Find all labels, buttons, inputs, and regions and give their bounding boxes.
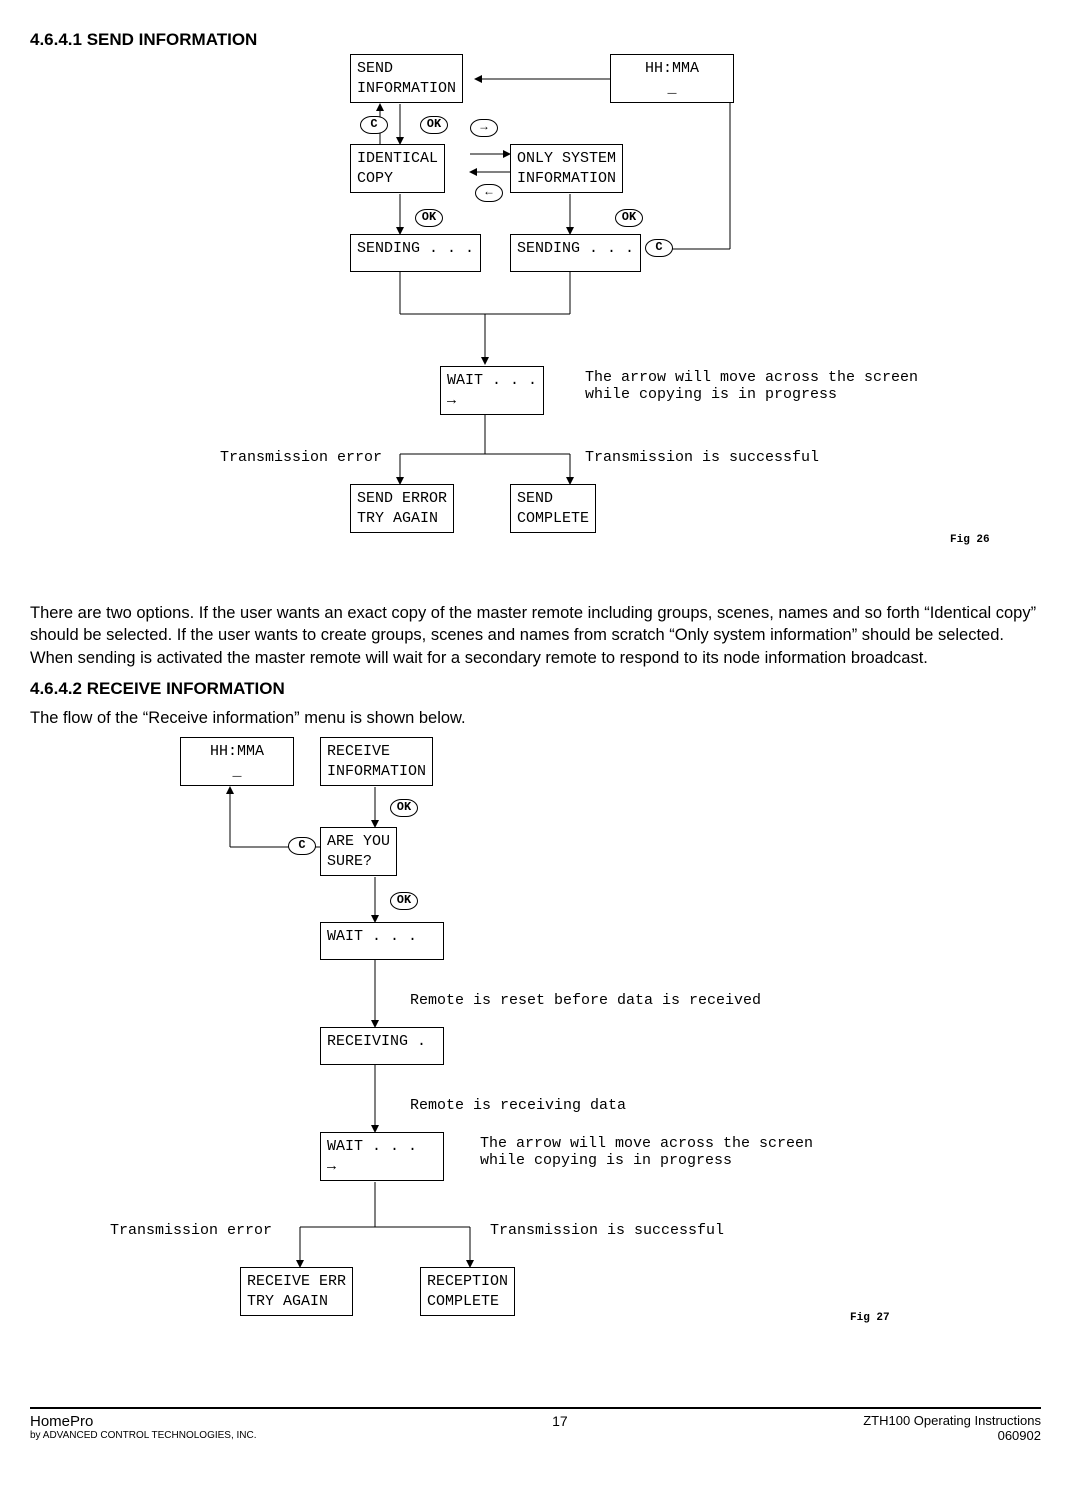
box-time-display: HH:MMA _ (610, 54, 734, 103)
c-button-icon: C (360, 116, 388, 134)
footer-doc-title: ZTH100 Operating Instructions (863, 1413, 1041, 1428)
figure-caption-26: Fig 26 (950, 534, 990, 546)
label-arrow-note: The arrow will move across the screen wh… (480, 1135, 813, 1169)
label-transmission-error: Transmission error (110, 1222, 272, 1239)
box-send-information: SEND INFORMATION (350, 54, 463, 103)
ok-button-icon: OK (420, 116, 448, 134)
label-transmission-error: Transmission error (220, 449, 382, 466)
box-receive-information: RECEIVE INFORMATION (320, 737, 433, 786)
box-receive-error: RECEIVE ERR TRY AGAIN (240, 1267, 353, 1316)
box-send-error: SEND ERROR TRY AGAIN (350, 484, 454, 533)
label-arrow-note: The arrow will move across the screen wh… (585, 369, 918, 403)
page-footer: HomePro by ADVANCED CONTROL TECHNOLOGIES… (30, 1407, 1041, 1443)
paragraph-send-info: There are two options. If the user wants… (30, 602, 1041, 669)
section-heading-1: 4.6.4.1 SEND INFORMATION (30, 30, 1041, 50)
left-arrow-icon: ← (475, 184, 503, 202)
ok-button-icon: OK (390, 799, 418, 817)
c-button-icon: C (645, 239, 673, 257)
paragraph-receive-info: The flow of the “Receive information” me… (30, 707, 1041, 729)
box-reception-complete: RECEPTION COMPLETE (420, 1267, 515, 1316)
label-transmission-successful: Transmission is successful (585, 449, 819, 466)
diagram-send-information: SEND INFORMATION HH:MMA _ C OK → IDENTIC… (30, 54, 1041, 594)
footer-byline: by ADVANCED CONTROL TECHNOLOGIES, INC. (30, 1430, 257, 1441)
right-arrow-icon: → (470, 119, 498, 137)
box-sending-right: SENDING . . . (510, 234, 641, 272)
footer-page-number: 17 (552, 1413, 568, 1429)
figure-caption-27: Fig 27 (850, 1312, 890, 1324)
footer-brand: HomePro (30, 1413, 257, 1430)
section-heading-2: 4.6.4.2 RECEIVE INFORMATION (30, 679, 1041, 699)
label-transmission-successful: Transmission is successful (490, 1222, 724, 1239)
ok-button-icon: OK (615, 209, 643, 227)
box-send-complete: SEND COMPLETE (510, 484, 596, 533)
box-receiving: RECEIVING . (320, 1027, 444, 1065)
box-are-you-sure: ARE YOU SURE? (320, 827, 397, 876)
box-sending-left: SENDING . . . (350, 234, 481, 272)
ok-button-icon: OK (390, 892, 418, 910)
diagram-receive-information: HH:MMA _ RECEIVE INFORMATION OK C ARE YO… (30, 737, 1041, 1387)
box-identical-copy: IDENTICAL COPY (350, 144, 445, 193)
ok-button-icon: OK (415, 209, 443, 227)
box-wait: WAIT . . . → (440, 366, 544, 415)
box-only-system-information: ONLY SYSTEM INFORMATION (510, 144, 623, 193)
box-time-display: HH:MMA _ (180, 737, 294, 786)
footer-doc-rev: 060902 (863, 1428, 1041, 1443)
label-receiving-note: Remote is receiving data (410, 1097, 626, 1114)
box-wait-2: WAIT . . . → (320, 1132, 444, 1181)
box-wait-1: WAIT . . . (320, 922, 444, 960)
label-reset-note: Remote is reset before data is received (410, 992, 761, 1009)
c-button-icon: C (288, 837, 316, 855)
